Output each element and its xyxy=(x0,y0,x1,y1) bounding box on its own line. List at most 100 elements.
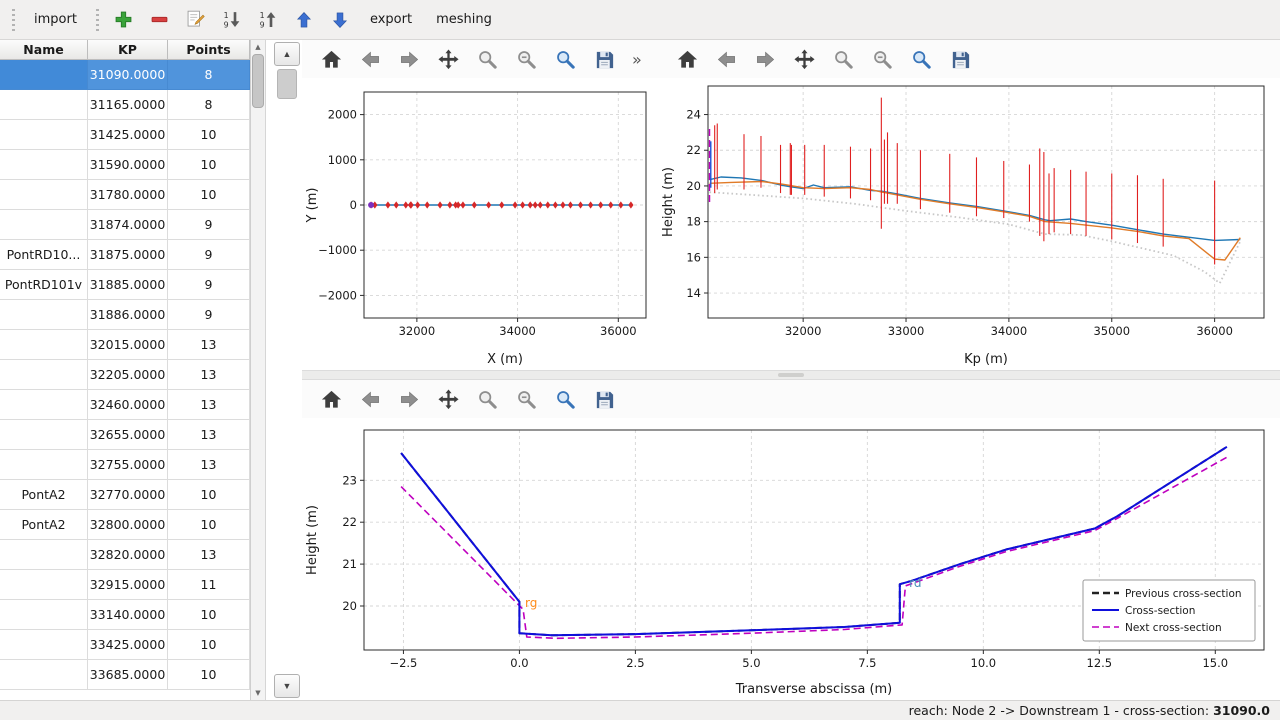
cell-name[interactable] xyxy=(0,180,88,210)
cell-name[interactable] xyxy=(0,120,88,150)
cell-kp[interactable]: 32655.0000 xyxy=(88,420,168,450)
cell-kp[interactable]: 31874.0000 xyxy=(88,210,168,240)
table-row[interactable]: 32015.000013 xyxy=(0,330,250,360)
cell-points[interactable]: 13 xyxy=(168,420,250,450)
table-row[interactable]: 31425.000010 xyxy=(0,120,250,150)
table-row[interactable]: 33140.000010 xyxy=(0,600,250,630)
table-row[interactable]: 32460.000013 xyxy=(0,390,250,420)
cell-name[interactable]: PontRD101v xyxy=(0,270,88,300)
cell-kp[interactable]: 31090.0000 xyxy=(88,60,168,90)
cell-kp[interactable]: 31780.0000 xyxy=(88,180,168,210)
table-row[interactable]: 31165.00008 xyxy=(0,90,250,120)
cell-name[interactable] xyxy=(0,300,88,330)
cell-name[interactable] xyxy=(0,420,88,450)
cell-kp[interactable]: 31885.0000 xyxy=(88,270,168,300)
cell-kp[interactable]: 33140.0000 xyxy=(88,600,168,630)
column-header-kp[interactable]: KP xyxy=(88,40,168,60)
cell-kp[interactable]: 31875.0000 xyxy=(88,240,168,270)
cell-kp[interactable]: 32770.0000 xyxy=(88,480,168,510)
cell-points[interactable]: 10 xyxy=(168,600,250,630)
home-button[interactable] xyxy=(318,46,344,72)
cell-points[interactable]: 13 xyxy=(168,360,250,390)
toolbar-overflow-chevron[interactable]: » xyxy=(632,50,642,69)
horizontal-splitter[interactable] xyxy=(302,370,1280,380)
subplots-button[interactable] xyxy=(513,46,539,72)
table-row[interactable]: 32755.000013 xyxy=(0,450,250,480)
cell-points[interactable]: 11 xyxy=(168,570,250,600)
column-header-points[interactable]: Points xyxy=(168,40,250,60)
back-button[interactable] xyxy=(357,386,383,412)
cell-points[interactable]: 10 xyxy=(168,660,250,690)
longitudinal-profile-chart[interactable]: 3200033000340003500036000141618202224Kp … xyxy=(658,78,1280,370)
cross-section-chart[interactable]: −2.50.02.55.07.510.012.515.020212223Tran… xyxy=(302,418,1280,700)
pan-button[interactable] xyxy=(435,46,461,72)
cell-kp[interactable]: 31165.0000 xyxy=(88,90,168,120)
cell-points[interactable]: 10 xyxy=(168,180,250,210)
cell-kp[interactable]: 32015.0000 xyxy=(88,330,168,360)
cell-name[interactable]: PontRD10... xyxy=(0,240,88,270)
export-button[interactable]: export xyxy=(361,7,421,32)
cell-points[interactable]: 10 xyxy=(168,150,250,180)
forward-button[interactable] xyxy=(396,46,422,72)
home-button[interactable] xyxy=(674,46,700,72)
cell-name[interactable] xyxy=(0,660,88,690)
table-row[interactable]: 32915.000011 xyxy=(0,570,250,600)
subplots-button[interactable] xyxy=(869,46,895,72)
cell-kp[interactable]: 31425.0000 xyxy=(88,120,168,150)
cell-kp[interactable]: 31886.0000 xyxy=(88,300,168,330)
table-row[interactable]: 31780.000010 xyxy=(0,180,250,210)
table-row[interactable]: 31590.000010 xyxy=(0,150,250,180)
save-button[interactable] xyxy=(591,46,617,72)
panel-scrollbar-thumb[interactable] xyxy=(277,69,297,99)
cell-kp[interactable]: 32800.0000 xyxy=(88,510,168,540)
back-button[interactable] xyxy=(357,46,383,72)
sort-ascending-button[interactable]: 19 xyxy=(217,5,247,35)
save-button[interactable] xyxy=(947,46,973,72)
save-button[interactable] xyxy=(591,386,617,412)
cell-name[interactable] xyxy=(0,450,88,480)
cell-points[interactable]: 8 xyxy=(168,60,250,90)
plan-view-chart[interactable]: 320003400036000−2000−1000010002000X (m)Y… xyxy=(302,78,658,370)
cell-name[interactable] xyxy=(0,630,88,660)
cell-name[interactable] xyxy=(0,390,88,420)
cell-kp[interactable]: 32915.0000 xyxy=(88,570,168,600)
table-row[interactable]: PontRD10...31875.00009 xyxy=(0,240,250,270)
table-row[interactable]: 33685.000010 xyxy=(0,660,250,690)
cell-name[interactable]: PontA2 xyxy=(0,510,88,540)
table-row[interactable]: PontA232770.000010 xyxy=(0,480,250,510)
pan-button[interactable] xyxy=(791,46,817,72)
cell-points[interactable]: 9 xyxy=(168,240,250,270)
cell-kp[interactable]: 32820.0000 xyxy=(88,540,168,570)
cell-name[interactable] xyxy=(0,570,88,600)
table-row[interactable]: 32820.000013 xyxy=(0,540,250,570)
subplots-button[interactable] xyxy=(513,386,539,412)
column-header-name[interactable]: Name xyxy=(0,40,88,60)
cell-kp[interactable]: 32460.0000 xyxy=(88,390,168,420)
add-cross-section-button[interactable] xyxy=(109,5,139,35)
customize-button[interactable] xyxy=(552,386,578,412)
remove-cross-section-button[interactable] xyxy=(145,5,175,35)
cell-kp[interactable]: 33685.0000 xyxy=(88,660,168,690)
cell-kp[interactable]: 33425.0000 xyxy=(88,630,168,660)
import-button[interactable]: import xyxy=(25,7,86,32)
zoom-button[interactable] xyxy=(474,386,500,412)
cell-points[interactable]: 8 xyxy=(168,90,250,120)
forward-button[interactable] xyxy=(396,386,422,412)
sort-descending-button[interactable]: 19 xyxy=(253,5,283,35)
cell-name[interactable]: PontA2 xyxy=(0,480,88,510)
cell-points[interactable]: 13 xyxy=(168,390,250,420)
customize-button[interactable] xyxy=(908,46,934,72)
customize-button[interactable] xyxy=(552,46,578,72)
cell-points[interactable]: 10 xyxy=(168,120,250,150)
cell-kp[interactable]: 31590.0000 xyxy=(88,150,168,180)
scrollbar-down-arrow-icon[interactable]: ▼ xyxy=(251,686,265,700)
back-button[interactable] xyxy=(713,46,739,72)
home-button[interactable] xyxy=(318,386,344,412)
panel-scroll-down-button[interactable]: ▼ xyxy=(274,674,300,698)
cell-points[interactable]: 10 xyxy=(168,630,250,660)
meshing-button[interactable]: meshing xyxy=(427,7,501,32)
zoom-button[interactable] xyxy=(830,46,856,72)
cell-points[interactable]: 10 xyxy=(168,510,250,540)
move-down-button[interactable] xyxy=(325,5,355,35)
cell-name[interactable] xyxy=(0,540,88,570)
